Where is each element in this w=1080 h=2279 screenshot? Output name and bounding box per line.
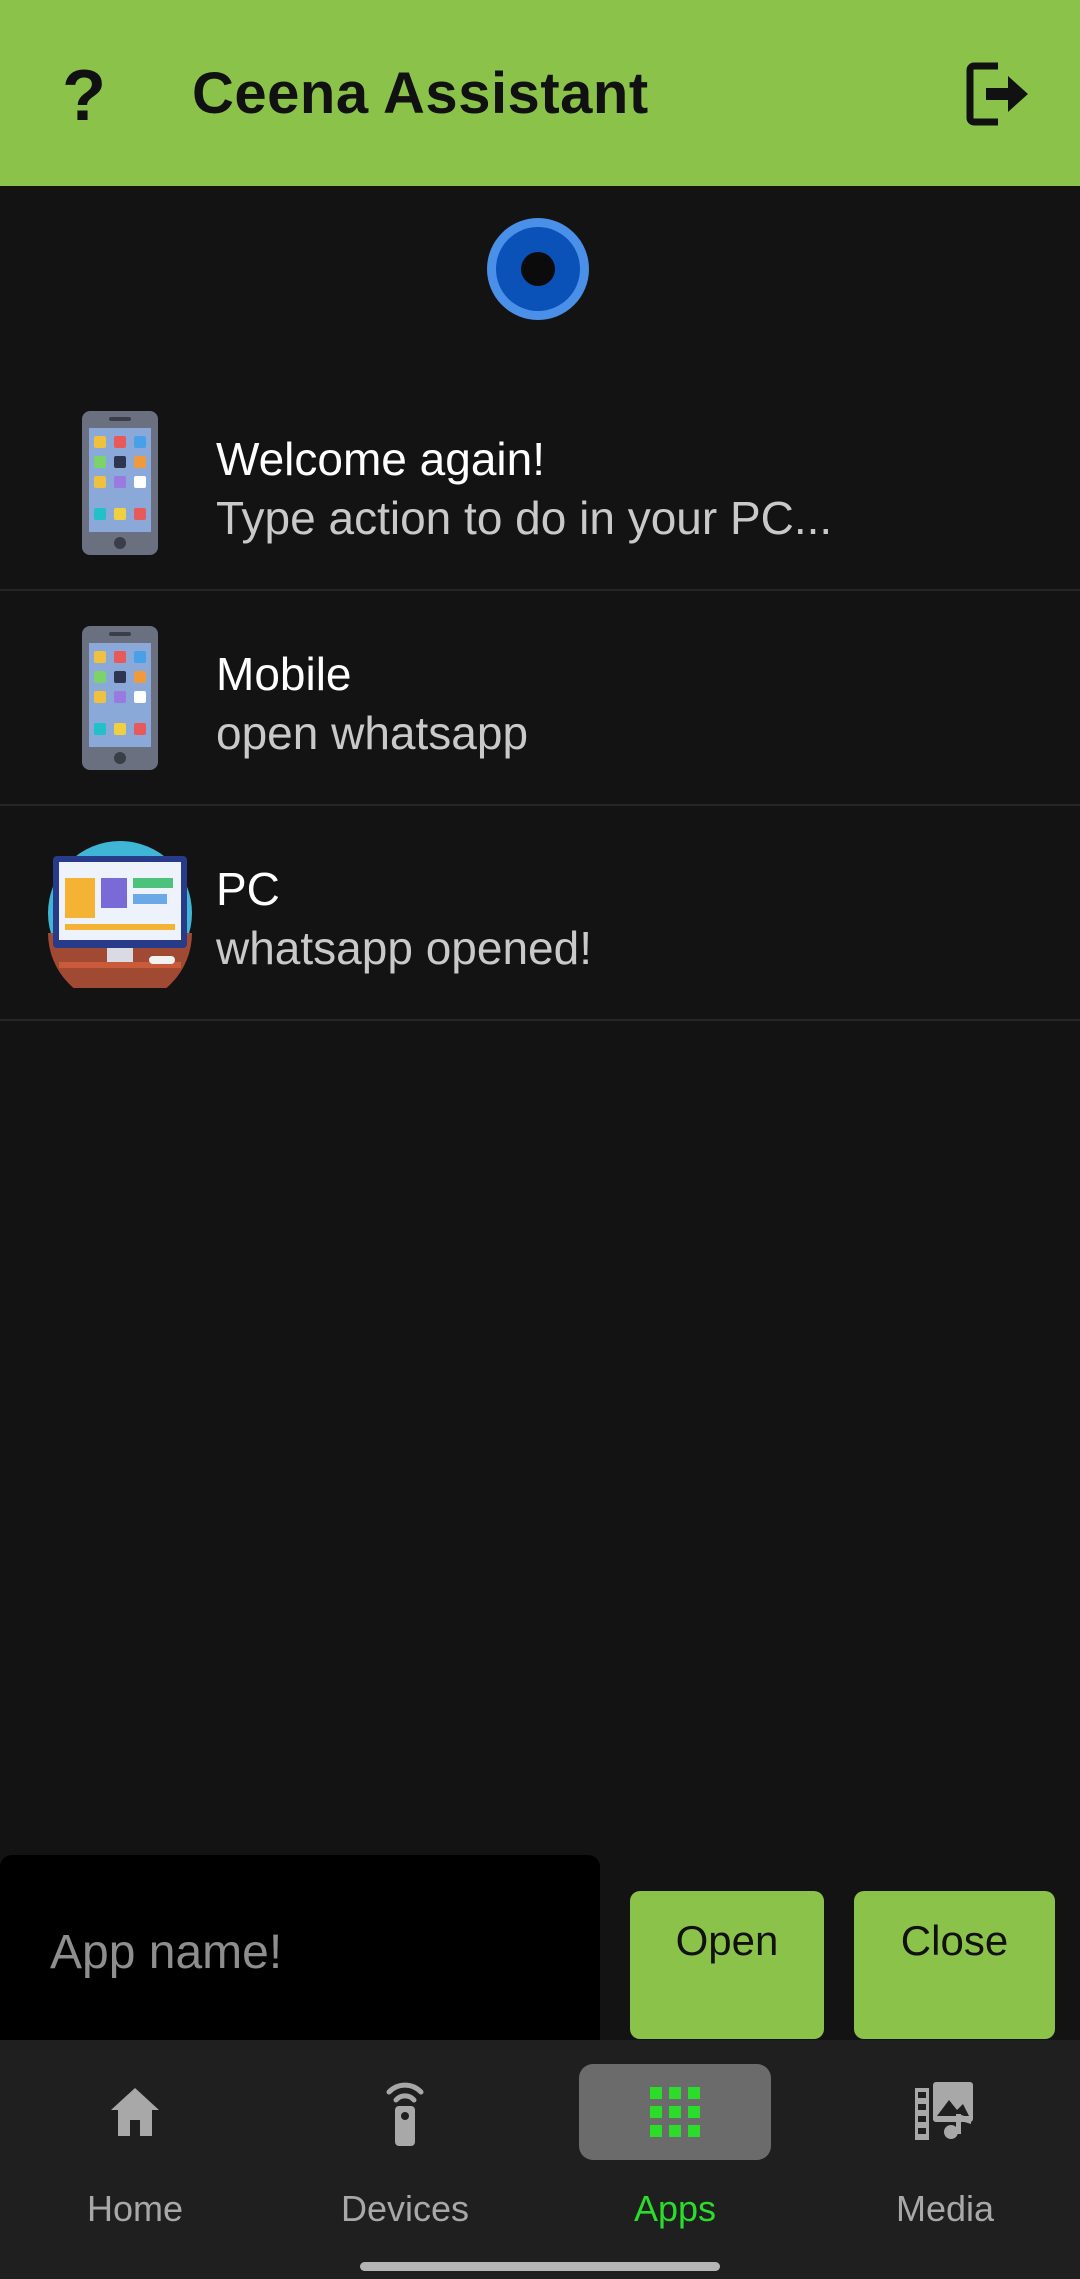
conversation-list: Welcome again! Type action to do in your… <box>0 376 1080 1021</box>
message-text: Type action to do in your PC... <box>216 492 833 544</box>
message-text: open whatsapp <box>216 707 529 759</box>
logout-button[interactable] <box>960 58 1032 130</box>
media-icon <box>915 2082 973 2140</box>
message-sender: Mobile <box>216 648 352 700</box>
bottom-navigation: Home Devices Apps Media <box>0 2040 1080 2279</box>
open-button[interactable]: Open <box>630 1891 824 2039</box>
voice-listening-indicator[interactable] <box>487 218 589 320</box>
app-title: Ceena Assistant <box>192 61 649 126</box>
close-button[interactable]: Close <box>854 1891 1055 2039</box>
message-sender: PC <box>216 863 280 915</box>
phone-icon <box>82 626 158 770</box>
devices-icon <box>386 2082 424 2146</box>
top-app-bar: ? Ceena Assistant <box>0 0 1080 186</box>
message-sender: Welcome again! <box>216 433 545 485</box>
apps-icon-container <box>579 2064 771 2160</box>
record-dot-icon <box>521 252 555 286</box>
message-item: Welcome again! Type action to do in your… <box>0 376 1080 591</box>
message-item: PC whatsapp opened! <box>0 806 1080 1021</box>
devices-icon-container <box>309 2064 501 2160</box>
message-text: whatsapp opened! <box>216 922 592 974</box>
message-item: Mobile open whatsapp <box>0 591 1080 806</box>
nav-item-home[interactable]: Home <box>0 2040 270 2279</box>
home-icon-container <box>39 2064 231 2160</box>
app-name-input[interactable] <box>48 1911 572 1993</box>
nav-label-apps: Apps <box>633 2188 717 2229</box>
logout-icon <box>966 62 1028 126</box>
phone-icon <box>82 411 158 555</box>
media-icon-container <box>849 2064 1041 2160</box>
nav-item-devices[interactable]: Devices <box>270 2040 540 2279</box>
apps-grid-icon <box>650 2087 700 2137</box>
pc-icon <box>48 841 192 988</box>
nav-item-media[interactable]: Media <box>810 2040 1080 2279</box>
nav-label-home: Home <box>86 2188 184 2229</box>
gesture-home-indicator[interactable] <box>360 2262 720 2271</box>
voice-indicator-ring <box>496 227 580 311</box>
home-icon <box>111 2088 159 2136</box>
app-name-input-container <box>0 1855 600 2040</box>
help-button[interactable]: ? <box>52 56 116 136</box>
nav-label-devices: Devices <box>340 2188 470 2229</box>
nav-item-apps[interactable]: Apps <box>540 2040 810 2279</box>
nav-label-media: Media <box>895 2188 995 2229</box>
